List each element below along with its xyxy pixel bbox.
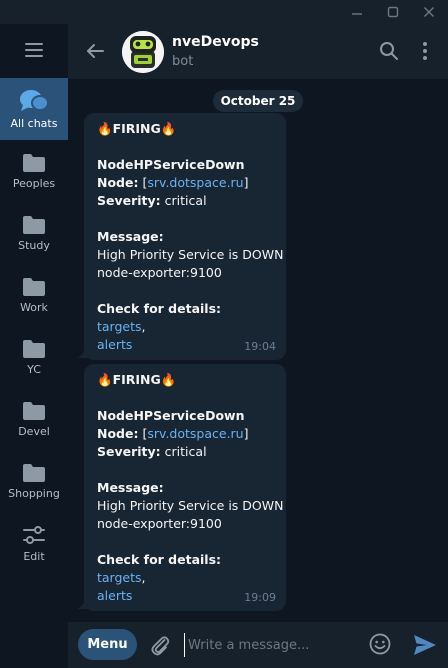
sidebar-item-study[interactable]: Study xyxy=(0,202,68,264)
folder-icon xyxy=(23,277,45,296)
node-label: Node: xyxy=(97,426,139,441)
severity-value: critical xyxy=(164,193,207,208)
folder-sidebar: All chats Peoples Study Work YC Devel Sh… xyxy=(0,24,68,668)
sidebar-item-shopping[interactable]: Shopping xyxy=(0,450,68,512)
close-icon[interactable] xyxy=(414,0,444,24)
back-arrow-icon[interactable] xyxy=(82,38,108,64)
main-menu-icon[interactable] xyxy=(0,24,68,76)
bracket-close: ] xyxy=(243,175,249,190)
sidebar-item-label: All chats xyxy=(10,116,58,130)
message-composer: Menu xyxy=(68,622,448,668)
message-heading: 🔥FIRING🔥 xyxy=(97,372,177,387)
chat-status: bot xyxy=(172,54,194,69)
sidebar-item-label: Peoples xyxy=(12,176,56,190)
sidebar-item-yc[interactable]: YC xyxy=(0,326,68,388)
bot-menu-button[interactable]: Menu xyxy=(78,629,137,660)
sidebar-item-label: Study xyxy=(18,238,50,252)
message-bubble[interactable]: 🔥FIRING🔥 NodeHPServiceDown Node: [srv.do… xyxy=(84,113,286,360)
more-vertical-icon[interactable] xyxy=(412,38,438,64)
severity-label: Severity: xyxy=(97,444,161,459)
message-label: Message: xyxy=(97,229,164,244)
search-icon[interactable] xyxy=(376,38,402,64)
message-time: 19:04 xyxy=(244,340,276,353)
alert-name: NodeHPServiceDown xyxy=(97,157,245,172)
sidebar-item-label: Edit xyxy=(23,549,45,563)
sidebar-item-label: Devel xyxy=(18,424,50,438)
message-label: Message: xyxy=(97,480,164,495)
sidebar-item-edit[interactable]: Edit xyxy=(0,512,68,574)
alerts-link[interactable]: alerts xyxy=(97,337,132,352)
message-list[interactable]: October 25 🔥FIRING🔥 NodeHPServiceDown No… xyxy=(68,79,448,622)
targets-link[interactable]: targets xyxy=(97,570,142,585)
bracket-close: ] xyxy=(243,426,249,441)
paperclip-icon[interactable] xyxy=(148,633,172,657)
sidebar-item-devel[interactable]: Devel xyxy=(0,388,68,450)
message-text: High Priority Service is DOWN xyxy=(97,247,284,262)
chat-title[interactable]: nveDevops xyxy=(172,34,259,50)
targets-link[interactable]: targets xyxy=(97,319,142,334)
comma: , xyxy=(141,319,146,334)
message-time: 19:09 xyxy=(244,591,276,604)
chat-header: nveDevops bot xyxy=(68,24,448,79)
alert-name: NodeHPServiceDown xyxy=(97,408,245,423)
alerts-link[interactable]: alerts xyxy=(97,588,132,603)
severity-label: Severity: xyxy=(97,193,161,208)
chat-bubbles-icon xyxy=(20,89,49,111)
details-label: Check for details: xyxy=(97,301,222,316)
bubble-tail xyxy=(77,599,87,609)
details-label: Check for details: xyxy=(97,552,222,567)
sidebar-item-label: Work xyxy=(20,300,48,314)
avatar[interactable] xyxy=(122,31,164,73)
folder-icon xyxy=(23,463,45,482)
window-titlebar xyxy=(0,0,448,24)
emoji-icon[interactable] xyxy=(368,632,392,656)
maximize-icon[interactable] xyxy=(378,0,408,24)
severity-value: critical xyxy=(164,444,207,459)
node-link[interactable]: srv.dotspace.ru xyxy=(147,175,243,190)
minimize-icon[interactable] xyxy=(342,0,372,24)
date-separator: October 25 xyxy=(213,90,303,112)
comma: , xyxy=(141,570,146,585)
folder-icon xyxy=(23,339,45,358)
sidebar-item-work[interactable]: Work xyxy=(0,264,68,326)
bubble-tail xyxy=(77,348,87,358)
folder-icon xyxy=(23,215,45,234)
node-link[interactable]: srv.dotspace.ru xyxy=(147,426,243,441)
message-heading: 🔥FIRING🔥 xyxy=(97,121,177,136)
send-icon[interactable] xyxy=(412,632,438,658)
sidebar-item-label: YC xyxy=(27,362,41,376)
node-label: Node: xyxy=(97,175,139,190)
message-bubble[interactable]: 🔥FIRING🔥 NodeHPServiceDown Node: [srv.do… xyxy=(84,364,286,611)
sliders-icon xyxy=(23,525,45,544)
message-input[interactable] xyxy=(184,633,360,657)
message-text: High Priority Service is DOWN xyxy=(97,498,284,513)
message-text: node-exporter:9100 xyxy=(97,265,222,280)
message-text: node-exporter:9100 xyxy=(97,516,222,531)
folder-icon xyxy=(23,401,45,420)
sidebar-item-label: Shopping xyxy=(8,486,60,500)
sidebar-item-all-chats[interactable]: All chats xyxy=(0,78,68,140)
folder-icon xyxy=(23,153,45,172)
sidebar-item-peoples[interactable]: Peoples xyxy=(0,140,68,202)
